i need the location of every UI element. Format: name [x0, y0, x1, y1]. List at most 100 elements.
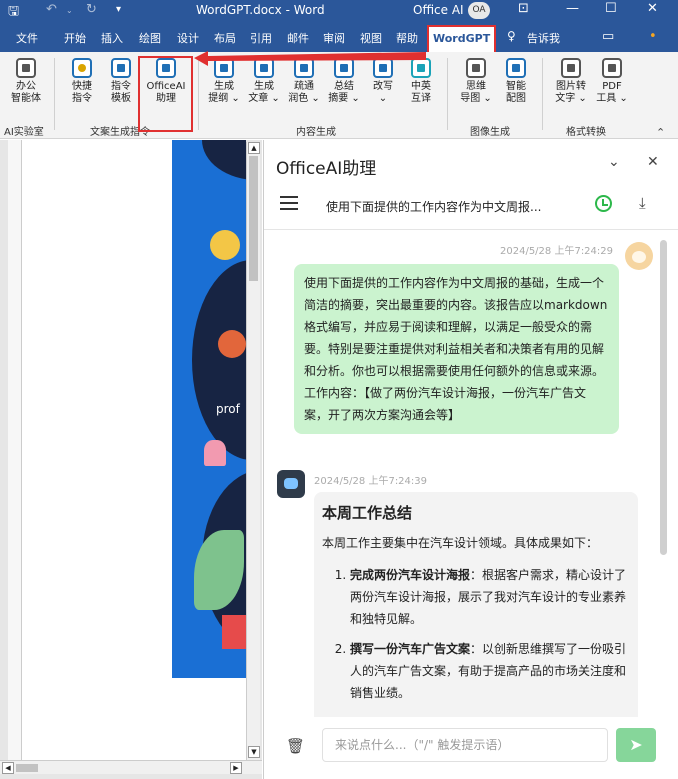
user-message-text: 使用下面提供的工作内容作为中文周报的基础，生成一个简洁的摘要，突出最重要的内容。… [304, 276, 608, 378]
notification-dot-icon: • [649, 29, 657, 44]
user-message-work: 工作内容：【做了两份汽车设计海报，一份汽车广告文案，开了两次方案沟通会等】 [304, 386, 587, 422]
tab-review[interactable]: 审阅 [323, 30, 345, 46]
highlight-box [138, 56, 193, 132]
user-avatar [625, 242, 653, 270]
group-separator [447, 58, 448, 130]
pane-options-icon[interactable]: ⌄ [608, 154, 620, 170]
image-caption: prof [216, 402, 240, 416]
tab-layout[interactable]: 布局 [214, 30, 236, 46]
account-avatar[interactable]: OA [468, 2, 490, 19]
gear-icon [218, 330, 246, 358]
generate-outline-label: 生成 提纲 ⌄ [208, 81, 240, 104]
send-button[interactable]: ➤ [616, 728, 656, 762]
scroll-down-icon[interactable]: ▼ [248, 746, 260, 758]
rewrite-label: 改写 ⌄ [373, 81, 393, 104]
tab-insert[interactable]: 插入 [101, 30, 123, 46]
tab-file[interactable]: 文件 [16, 30, 38, 46]
bot-message-timestamp: 2024/5/28 上午7:24:39 [314, 476, 428, 487]
page-margin [8, 140, 22, 760]
pdf-icon [602, 58, 622, 78]
pane-title: OfficeAI助理 [276, 159, 377, 179]
scroll-thumb[interactable] [16, 764, 38, 772]
group-separator [542, 58, 543, 130]
undo-icon[interactable]: ↶ [46, 2, 57, 17]
document-image[interactable]: prof [172, 140, 246, 678]
pdf-tools-button[interactable]: PDF 工具 ⌄ [592, 58, 632, 105]
scroll-thumb[interactable] [660, 240, 667, 555]
summary-label: 总结 摘要 ⌄ [328, 81, 360, 104]
list-item-title: 撰写一份汽车广告文案 [350, 642, 471, 656]
command-template-button[interactable]: 指令 模板 [103, 58, 139, 105]
window-title: WordGPT.docx - Word [196, 3, 325, 17]
template-icon [111, 58, 131, 78]
history-icon[interactable] [595, 195, 612, 212]
document-vertical-scrollbar[interactable]: ▲ ▼ [246, 142, 260, 762]
image-to-text-button[interactable]: 图片转 文字 ⌄ [550, 58, 592, 105]
chat-input[interactable]: 来说点什么...（"/" 触发提示语） [322, 728, 608, 762]
tab-home[interactable]: 开始 [64, 30, 86, 46]
mind-map-label: 思维 导图 ⌄ [460, 81, 492, 104]
tab-wordgpt[interactable]: WordGPT [427, 25, 497, 52]
scroll-up-icon[interactable]: ▲ [248, 142, 260, 154]
user-message[interactable]: 使用下面提供的工作内容作为中文周报的基础，生成一个简洁的摘要，突出最重要的内容。… [294, 264, 619, 434]
group-separator [198, 58, 199, 130]
code-icon [16, 58, 36, 78]
conversation-bar: 使用下面提供的工作内容作为中文周报... ⤓ [264, 184, 678, 230]
user-message-timestamp: 2024/5/28 上午7:24:29 [500, 246, 614, 257]
redo-icon[interactable]: ↻ [86, 2, 97, 17]
collapse-ribbon-icon[interactable]: ⌃ [656, 126, 665, 139]
customize-toolbar-icon[interactable]: ▾ [116, 4, 121, 15]
quick-command-button[interactable]: 快捷 指令 [64, 58, 100, 105]
smart-image-button[interactable]: 智能 配图 [498, 58, 534, 105]
chat-messages[interactable]: 2024/5/28 上午7:24:29 使用下面提供的工作内容作为中文周报的基础… [264, 232, 678, 717]
plant-pot-icon [204, 440, 226, 466]
conversation-title[interactable]: 使用下面提供的工作内容作为中文周报... [326, 198, 541, 215]
officeai-assistant-pane: OfficeAI助理 ⌄ ✕ 使用下面提供的工作内容作为中文周报... ⤓ 20… [263, 140, 678, 779]
undo-dropdown-icon[interactable]: ⌄ [66, 6, 73, 15]
group-label-format-conversion: 格式转换 [566, 127, 606, 138]
pane-close-icon[interactable]: ✕ [647, 154, 659, 170]
lightbulb-icon: ♀ [507, 29, 516, 43]
translate-label: 中英 互译 [411, 81, 431, 104]
pdf-tools-label: PDF 工具 ⌄ [596, 81, 628, 104]
scroll-thumb[interactable] [249, 156, 258, 281]
plant-pot-icon [222, 615, 246, 649]
tab-references[interactable]: 引用 [250, 30, 272, 46]
group-label-ai-lab: AI实验室 [4, 127, 44, 138]
scroll-left-icon[interactable]: ◀ [2, 762, 14, 774]
maximize-icon[interactable]: ☐ [605, 1, 617, 16]
trash-icon[interactable]: 🗑 [286, 737, 305, 755]
save-icon[interactable]: 🖫 [8, 2, 19, 24]
tab-view[interactable]: 视图 [360, 30, 382, 46]
group-separator [54, 58, 55, 130]
bot-avatar [277, 470, 305, 498]
polish-label: 疏通 润色 ⌄ [288, 81, 320, 104]
download-icon[interactable]: ⤓ [639, 194, 646, 212]
tab-help[interactable]: 帮助 [396, 30, 418, 46]
command-template-label: 指令 模板 [111, 81, 131, 104]
office-agent-label: 办公 智能体 [11, 81, 41, 104]
mind-map-button[interactable]: 思维 导图 ⌄ [456, 58, 496, 105]
image-shape [192, 260, 246, 460]
minimize-icon[interactable]: — [566, 1, 579, 16]
ribbon-display-icon[interactable]: ⊡ [518, 1, 529, 16]
menu-icon[interactable] [280, 196, 298, 210]
tab-draw[interactable]: 绘图 [139, 30, 161, 46]
bot-message[interactable]: 本周工作总结 本周工作主要集中在汽车设计领域。具体成果如下： 完成两份汽车设计海… [314, 492, 638, 717]
tell-me-search[interactable]: 告诉我 [527, 30, 560, 46]
account-name[interactable]: Office AI [413, 3, 464, 17]
chat-scrollbar[interactable] [660, 232, 668, 717]
office-agent-button[interactable]: 办公 智能体 [6, 58, 46, 105]
document-horizontal-scrollbar[interactable]: ◀ ▶ [0, 760, 262, 774]
comments-icon[interactable]: ▭ [602, 29, 614, 44]
scroll-right-icon[interactable]: ▶ [230, 762, 242, 774]
close-icon[interactable]: ✕ [647, 1, 658, 16]
chat-input-bar: 🗑 来说点什么...（"/" 触发提示语） ➤ [264, 720, 678, 779]
image-to-text-label: 图片转 文字 ⌄ [555, 81, 587, 104]
group-label-content-generation: 内容生成 [296, 127, 336, 138]
tab-design[interactable]: 设计 [177, 30, 199, 46]
tab-mailings[interactable]: 邮件 [287, 30, 309, 46]
list-item: 撰写一份汽车广告文案：以创新思维撰写了一份吸引人的汽车广告文案，有助于提高产品的… [350, 638, 630, 704]
quick-command-label: 快捷 指令 [72, 81, 92, 104]
bot-message-heading: 本周工作总结 [322, 504, 413, 522]
